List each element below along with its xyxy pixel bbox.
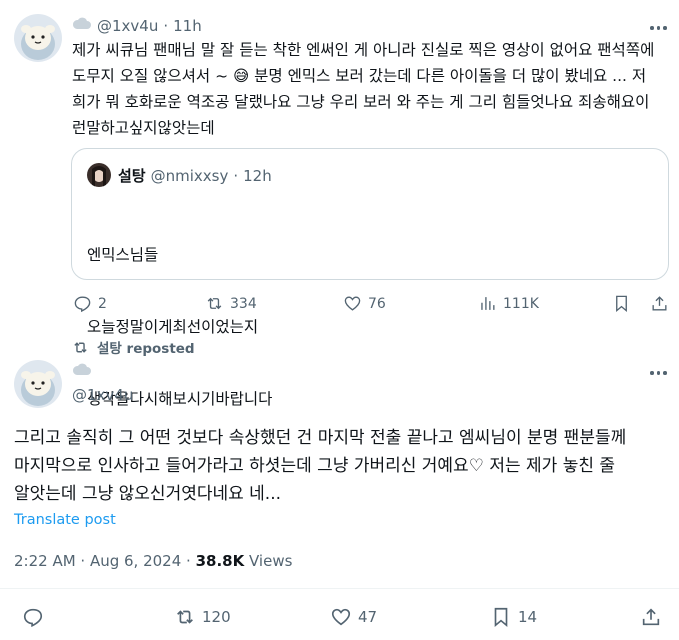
reply-button[interactable] — [22, 606, 44, 628]
views-label: Views — [244, 552, 293, 570]
quoted-tweet[interactable]: 설탕 @nmixxsy · 12h 엔믹스님들 오늘정말이게최선이었는지 생각을… — [71, 148, 669, 408]
quote-line: 오늘정말이게최선이었는지 — [87, 318, 259, 336]
tweet-text: 그리고 솔직히 그 어떤 것보다 속상했던 건 마지막 전출 끝나고 엠씨님이 … — [14, 428, 627, 504]
reply-icon — [74, 296, 91, 313]
bookmark-count: 14 — [518, 608, 538, 626]
tweet-header: @1xv4u · 11h — [72, 17, 202, 35]
reply-button[interactable]: 2 — [73, 294, 107, 313]
quote-display-name: 설탕 — [118, 167, 146, 185]
user-handle[interactable]: @1xv4u — [72, 386, 133, 404]
timestamp[interactable]: 2:22 AM · Aug 6, 2024 · 38.8K Views — [14, 552, 292, 570]
quote-avatar — [87, 163, 111, 187]
like-count: 47 — [358, 608, 378, 626]
repost-count: 334 — [230, 295, 257, 312]
cloud-icon — [72, 362, 92, 381]
repost-icon — [207, 297, 222, 310]
tweet-time[interactable]: 11h — [173, 17, 202, 35]
bookmark-button[interactable]: 14 — [490, 606, 537, 628]
analytics-icon — [481, 297, 495, 310]
cloud-icon — [72, 17, 92, 35]
translate-link[interactable]: Translate post — [14, 512, 116, 528]
bookmark-icon — [616, 295, 627, 313]
share-button[interactable] — [640, 606, 662, 628]
avatar[interactable] — [14, 14, 62, 62]
timestamp-text: 2:22 AM · Aug 6, 2024 · — [14, 552, 196, 570]
quote-line: 엔믹스님들 — [87, 246, 159, 264]
avatar[interactable] — [14, 360, 62, 408]
reply-icon — [23, 608, 43, 628]
quote-time: 12h — [243, 166, 272, 185]
views-count: 38.8K — [195, 552, 245, 570]
more-options-icon[interactable] — [650, 371, 667, 375]
share-icon — [652, 296, 667, 311]
quote-header: 설탕 @nmixxsy · 12h — [118, 165, 272, 186]
repost-icon — [74, 341, 87, 353]
heart-icon — [331, 608, 351, 626]
repost-icon — [177, 610, 193, 624]
tweet-text: 제가 씨큐님 팬매님 말 잘 듣는 착한 엔써인 게 아니라 진실로 찍은 영상… — [72, 41, 655, 137]
share-button[interactable] — [650, 294, 669, 313]
like-button[interactable]: 47 — [330, 606, 377, 628]
quote-text: 엔믹스님들 오늘정말이게최선이었는지 생각을다시해보시기바랍니다 — [87, 195, 272, 459]
views-button[interactable]: 111K — [478, 294, 539, 313]
more-options-icon[interactable] — [650, 26, 667, 30]
repost-label: 설탕 reposted — [97, 341, 195, 357]
quote-handle: @nmixxsy — [150, 166, 229, 185]
reply-count: 2 — [98, 295, 107, 312]
like-button[interactable]: 76 — [343, 294, 386, 313]
dot-separator: · — [163, 17, 169, 35]
user-handle[interactable]: @1xv4u — [97, 17, 158, 35]
bookmark-icon — [494, 607, 508, 628]
repost-indicator[interactable]: 설탕 reposted — [72, 337, 195, 357]
share-icon — [642, 608, 660, 626]
dot-separator: · — [233, 166, 239, 185]
divider — [0, 588, 679, 589]
heart-icon — [344, 296, 361, 311]
repost-count: 120 — [202, 608, 231, 626]
views-count: 111K — [503, 295, 539, 312]
bookmark-button[interactable] — [612, 294, 631, 313]
like-count: 76 — [368, 295, 386, 312]
repost-button[interactable]: 120 — [174, 606, 231, 628]
repost-button[interactable]: 334 — [205, 294, 257, 313]
